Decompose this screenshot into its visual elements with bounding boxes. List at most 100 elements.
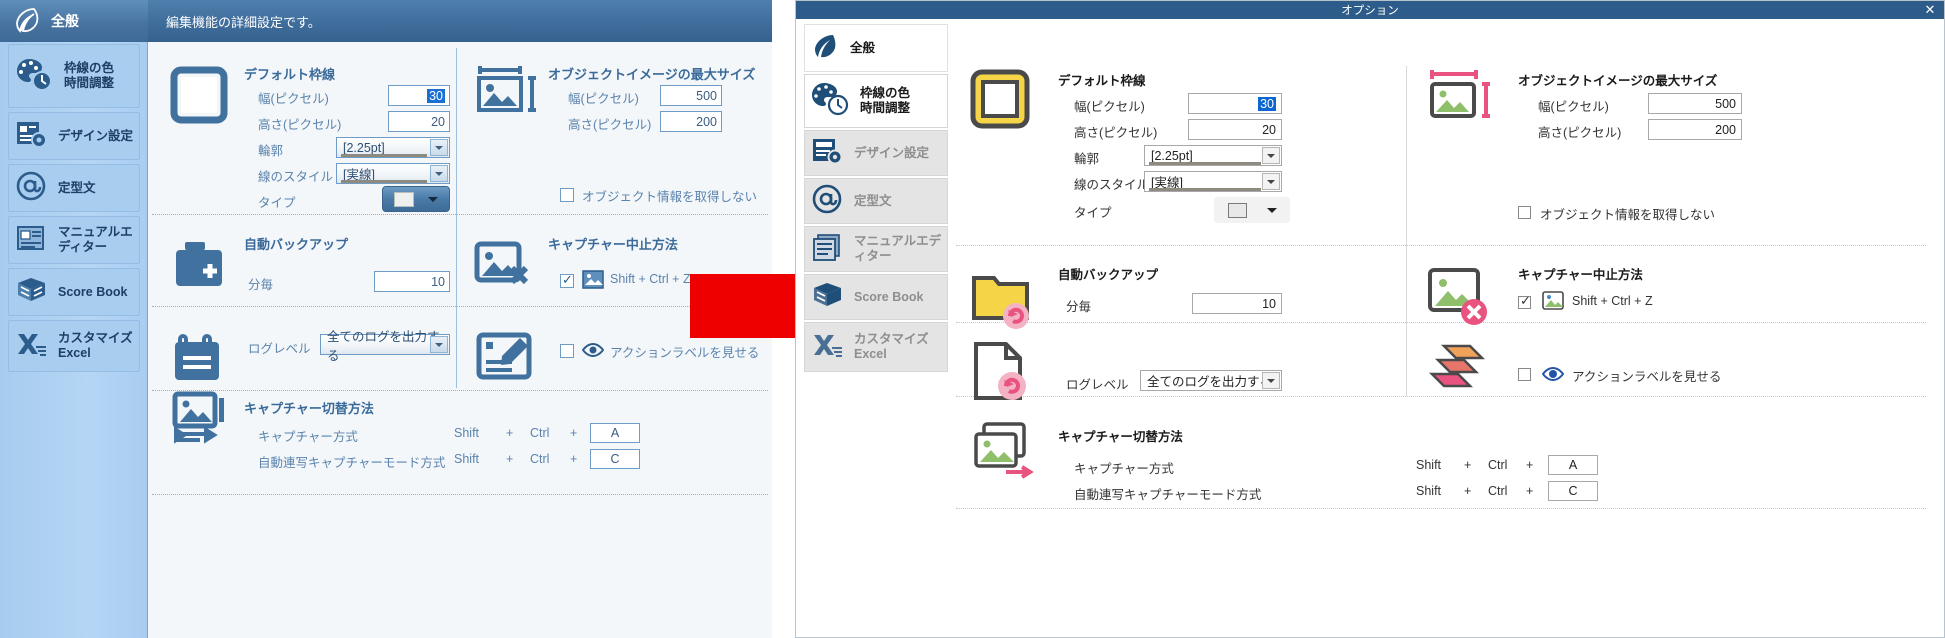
chevron-down-icon[interactable] bbox=[1262, 372, 1280, 389]
old-shortcut-mod-ctrl-1: Ctrl bbox=[530, 426, 550, 440]
color-swatch-icon bbox=[1227, 202, 1247, 218]
old-sidebar-item-general[interactable]: 全般 bbox=[0, 0, 148, 42]
chevron-down-icon[interactable] bbox=[430, 165, 448, 182]
old-shortcut-key-1[interactable]: A bbox=[590, 423, 640, 443]
old-input-border-height[interactable]: 20 bbox=[388, 111, 450, 132]
old-label-auto-burst: 自動連写キャプチャーモード方式 bbox=[258, 456, 446, 470]
old-combo-outline[interactable]: [2.25pt] bbox=[336, 137, 450, 158]
square-border-icon bbox=[968, 68, 1032, 135]
new-group-title-object-max: オブジェクトイメージの最大サイズ bbox=[1518, 74, 1718, 88]
old-sidebar-item-excel[interactable]: カスタマイズ Excel bbox=[8, 320, 140, 372]
log-clipboard-icon bbox=[172, 332, 230, 391]
old-label-border-height: 高さ(ピクセル) bbox=[258, 118, 342, 132]
new-column-divider bbox=[1406, 66, 1407, 396]
new-checkbox-label-capture-stop: Shift + Ctrl + Z bbox=[1572, 294, 1653, 308]
document-gear-icon bbox=[811, 136, 845, 170]
new-input-border-height[interactable]: 20 bbox=[1188, 119, 1282, 140]
old-sidebar-item-border-color[interactable]: 枠線の色 時間調整 bbox=[8, 44, 140, 108]
new-sidebar-item-border-color[interactable]: 枠線の色 時間調整 bbox=[804, 74, 948, 128]
score-book-icon bbox=[15, 275, 49, 309]
new-label-type: タイプ bbox=[1074, 206, 1112, 220]
old-checkbox-no-object-info[interactable] bbox=[560, 188, 574, 202]
new-checkbox-no-object-info[interactable] bbox=[1518, 206, 1531, 219]
old-sidebar-item-design[interactable]: デザイン設定 bbox=[8, 112, 140, 160]
new-label-outline: 輪郭 bbox=[1074, 152, 1100, 166]
square-border-icon bbox=[170, 66, 228, 129]
new-combo-outline[interactable]: [2.25pt] bbox=[1144, 145, 1282, 166]
old-shortcut-key-2[interactable]: C bbox=[590, 449, 640, 469]
new-sidebar-item-scorebook[interactable]: Score Book bbox=[804, 274, 948, 320]
new-input-obj-height[interactable]: 200 bbox=[1648, 119, 1742, 140]
old-checkbox-action-label[interactable] bbox=[560, 344, 574, 358]
new-group-title-default-border: デフォルト枠線 bbox=[1058, 74, 1146, 88]
chevron-down-icon[interactable] bbox=[1262, 147, 1280, 164]
old-sidebar-item-scorebook[interactable]: Score Book bbox=[8, 268, 140, 316]
old-label-line-style: 線のスタイル bbox=[258, 170, 334, 184]
new-combo-log-level[interactable]: 全てのログを出力する bbox=[1140, 370, 1282, 391]
old-combo-line-style[interactable]: [実線] bbox=[336, 163, 450, 184]
old-type-color-button[interactable] bbox=[382, 186, 450, 212]
old-column-divider bbox=[456, 48, 457, 388]
image-badge-icon bbox=[582, 270, 604, 295]
old-sidebar: 全般 枠線の色 時間調整 デザイン設定 定型文 マニュアルエディター Score… bbox=[0, 0, 148, 638]
chevron-down-icon[interactable] bbox=[430, 336, 448, 353]
old-combo-line-style-underline bbox=[341, 180, 427, 183]
new-checkbox-action-label[interactable] bbox=[1518, 368, 1531, 381]
new-sidebar-item-template[interactable]: 定型文 bbox=[804, 178, 948, 224]
new-shortcut-key-2[interactable]: C bbox=[1548, 481, 1598, 501]
new-label-capture-method: キャプチャー方式 bbox=[1074, 462, 1174, 476]
edit-note-icon bbox=[476, 330, 536, 391]
old-checkbox-capture-stop[interactable] bbox=[560, 272, 574, 288]
new-content-area: デフォルト枠線 幅(ピクセル) 30 高さ(ピクセル) 20 輪郭 [2.25p… bbox=[948, 20, 1944, 637]
new-input-backup-minutes[interactable]: 10 bbox=[1192, 293, 1282, 314]
chevron-down-icon[interactable] bbox=[1266, 207, 1277, 213]
new-checkbox-label-action-label: アクションラベルを見せる bbox=[1572, 370, 1722, 384]
old-shortcut-mod-ctrl-2: Ctrl bbox=[530, 452, 550, 466]
new-row-divider-1 bbox=[956, 245, 1926, 246]
new-sidebar-item-manual[interactable]: マニュアルエディター bbox=[804, 226, 948, 272]
new-sidebar: 全般 枠線の色 時間調整 デザイン設定 定型文 マニュアルエディター Score… bbox=[800, 20, 948, 637]
old-input-obj-width[interactable]: 500 bbox=[660, 85, 722, 106]
image-badge-icon bbox=[1542, 291, 1564, 316]
new-row-divider-4 bbox=[956, 508, 1926, 509]
new-checkbox-capture-stop[interactable] bbox=[1518, 293, 1531, 309]
old-group-title-default-border: デフォルト枠線 bbox=[244, 67, 336, 82]
old-label-obj-width: 幅(ピクセル) bbox=[568, 92, 639, 106]
new-sidebar-item-design[interactable]: デザイン設定 bbox=[804, 130, 948, 176]
new-combo-line-style[interactable]: [実線] bbox=[1144, 171, 1282, 192]
new-label-obj-width: 幅(ピクセル) bbox=[1538, 100, 1609, 114]
old-label-outline: 輪郭 bbox=[258, 144, 284, 158]
old-input-obj-height[interactable]: 200 bbox=[660, 111, 722, 132]
old-group-title-capture-stop: キャプチャー中止方法 bbox=[548, 237, 678, 252]
chevron-down-icon[interactable] bbox=[428, 196, 438, 202]
at-sign-icon bbox=[811, 184, 845, 218]
chevron-down-icon[interactable] bbox=[430, 139, 448, 156]
old-options-window: 編集機能の詳細設定です。 全般 枠線の色 時間調整 デザイン設定 定型文 マニュ… bbox=[0, 0, 772, 638]
new-checkbox-label-no-object-info: オブジェクト情報を取得しない bbox=[1540, 208, 1716, 222]
old-combo-log-level[interactable]: 全てのログを出力する bbox=[320, 330, 450, 363]
old-group-title-auto-backup: 自動バックアップ bbox=[244, 237, 349, 252]
document-gear-icon bbox=[15, 119, 49, 153]
old-input-backup-minutes[interactable]: 10 bbox=[374, 271, 450, 292]
old-sidebar-item-manual[interactable]: マニュアルエディター bbox=[8, 216, 140, 264]
old-group-title-capture-switch: キャプチャー切替方法 bbox=[244, 401, 374, 416]
old-sidebar-item-template[interactable]: 定型文 bbox=[8, 164, 140, 212]
old-input-border-width[interactable]: 30 bbox=[388, 85, 450, 106]
old-shortcut-mod-shift-1: Shift bbox=[454, 426, 480, 440]
old-label-obj-height: 高さ(ピクセル) bbox=[568, 118, 652, 132]
new-input-border-width[interactable]: 30 bbox=[1188, 93, 1282, 114]
new-sidebar-item-general[interactable]: 全般 bbox=[804, 24, 948, 72]
excel-icon bbox=[811, 330, 845, 364]
new-input-obj-width[interactable]: 500 bbox=[1648, 93, 1742, 114]
new-sidebar-item-excel[interactable]: カスタマイズ Excel bbox=[804, 322, 948, 372]
image-stop-icon bbox=[474, 240, 534, 299]
chevron-down-icon[interactable] bbox=[1262, 173, 1280, 190]
close-icon[interactable]: ✕ bbox=[1922, 2, 1938, 18]
old-shortcut-mod-shift-2: Shift bbox=[454, 452, 480, 466]
new-shortcut-key-1[interactable]: A bbox=[1548, 455, 1598, 475]
old-header-description: 編集機能の詳細設定です。 bbox=[166, 14, 321, 30]
old-sidebar-label-design: デザイン設定 bbox=[58, 128, 134, 143]
old-combo-outline-underline bbox=[341, 154, 427, 157]
new-type-color-button[interactable] bbox=[1214, 197, 1290, 223]
old-sidebar-label-manual: マニュアルエディター bbox=[58, 225, 133, 254]
